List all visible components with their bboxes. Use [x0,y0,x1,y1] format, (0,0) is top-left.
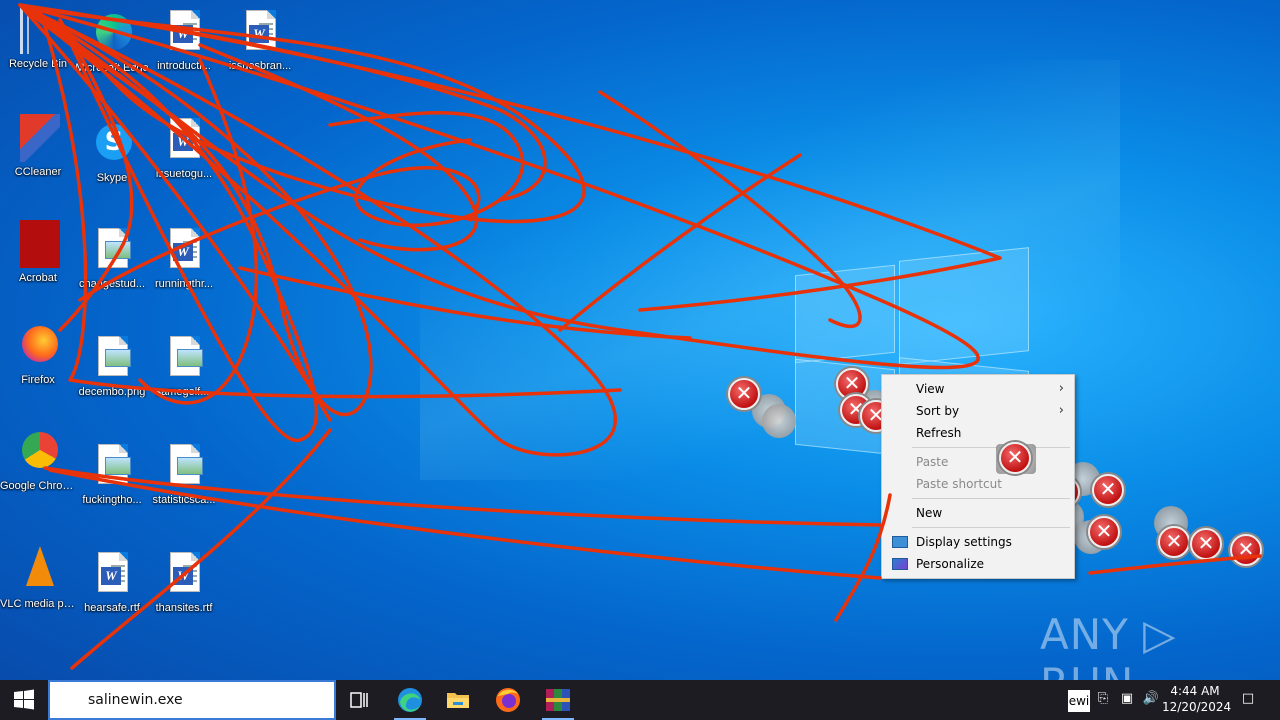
menu-item-view[interactable]: View › [882,378,1074,400]
word-document-icon: W [170,228,200,268]
error-icon-shadow [762,404,796,438]
clock[interactable]: 4:44 AM 12/20/2024 [1162,684,1232,714]
menu-item-paste-shortcut[interactable]: Paste shortcut [882,473,1074,495]
task-view-icon [350,692,368,708]
error-icon: ✕ [1158,526,1190,558]
taskbar-file-explorer-button[interactable] [434,680,482,720]
desktop-icon-samegolf[interactable]: samegolf.... [146,334,222,398]
desktop-icon-edge[interactable]: Microsoft Edge [74,10,150,74]
desktop-icon-runningthr[interactable]: W runningthr... [146,226,222,290]
desktop-icon-ccleaner[interactable]: CCleaner [0,114,76,178]
error-icon: ✕ [1190,528,1222,560]
desktop-icon-changestud[interactable]: changestud... [74,226,150,290]
error-icon: ✕ [1092,474,1124,506]
desktop-icon-statisticsca[interactable]: statisticsca... [146,442,222,506]
image-file-icon [170,444,203,484]
menu-separator [912,447,1070,448]
edge-icon [96,14,132,50]
menu-separator [912,498,1070,499]
error-icon: ✕ [999,442,1031,474]
firefox-icon [496,688,520,712]
desktop-icon-acrobat[interactable]: Acrobat [0,220,76,284]
desktop-icon-decembo[interactable]: decembo.png [74,334,150,398]
menu-item-new[interactable]: New [882,502,1074,524]
tray-app-label[interactable]: ewi [1068,690,1090,712]
menu-item-personalize[interactable]: Personalize [882,553,1074,575]
desktop-icon-introducti[interactable]: W introducti... [146,8,222,72]
edge-icon [398,688,422,712]
volume-icon[interactable]: 🔊 [1142,690,1160,708]
skype-icon: S [96,124,132,160]
recycle-bin-icon [20,6,60,54]
desktop-context-menu: View › Sort by › Refresh Paste Paste sho… [881,374,1075,579]
image-file-icon [98,444,131,484]
task-view-button[interactable] [336,680,384,720]
chevron-right-icon: › [1058,381,1064,396]
firefox-icon [22,326,58,362]
image-file-icon [98,336,131,376]
taskbar: salinewin.exe ewi ⎘ ▣ 🔊 4:44 AM 12/20/20… [0,680,1280,720]
file-explorer-icon [447,693,469,708]
personalize-icon [892,558,908,570]
taskbar-edge-button[interactable] [386,680,434,720]
desktop-icon-fuckingtho[interactable]: fuckingtho... [74,442,150,506]
desktop-icon-hearsafe[interactable]: W hearsafe.rtf [74,550,150,614]
chrome-icon [22,432,58,468]
acrobat-icon [20,220,60,268]
windows-start-icon [14,689,34,710]
clock-time: 4:44 AM [1170,684,1220,698]
image-file-icon [98,228,131,268]
menu-separator [912,527,1070,528]
tray-device-icon[interactable]: ⎘ [1094,690,1112,708]
desktop-icon-firefox[interactable]: Firefox [0,322,76,386]
error-icon: ✕ [728,378,760,410]
search-input-text: salinewin.exe [88,692,183,708]
image-file-icon [170,336,203,376]
word-document-icon: W [246,10,276,50]
menu-item-paste[interactable]: Paste [882,451,1074,473]
start-button[interactable] [0,680,48,720]
desktop-icon-vlc[interactable]: VLC media player [0,546,76,610]
word-document-icon: W [98,552,128,592]
vlc-icon [26,546,54,586]
network-icon[interactable]: ▣ [1118,690,1136,708]
error-icon: ✕ [1088,516,1120,548]
desktop-icon-issuetogu[interactable]: W issuetogu... [146,116,222,180]
menu-item-refresh[interactable]: Refresh [882,422,1074,444]
display-icon [892,536,908,548]
taskbar-winrar-button[interactable] [534,680,582,720]
word-document-icon: W [170,118,200,158]
desktop-icon-recycle-bin[interactable]: Recycle Bin [0,6,76,70]
winrar-icon [546,689,570,711]
menu-item-sort-by[interactable]: Sort by › [882,400,1074,422]
desktop-icon-thansites[interactable]: W thansites.rtf [146,550,222,614]
chevron-right-icon: › [1058,403,1064,418]
clock-date: 12/20/2024 [1162,700,1232,714]
anyrun-watermark: ANY ▷ RUN [1040,610,1177,680]
desktop-icon-chrome[interactable]: Google Chrome [0,428,76,492]
search-box[interactable]: salinewin.exe [48,680,336,720]
menu-item-display-settings[interactable]: Display settings [882,531,1074,553]
action-center-icon[interactable]: □ [1238,690,1258,708]
error-icon: ✕ [1230,534,1262,566]
desktop[interactable]: Recycle Bin CCleaner Acrobat Firefox Goo… [0,0,1280,680]
word-document-icon: W [170,552,200,592]
ccleaner-icon [20,114,60,162]
desktop-icon-issuesbran[interactable]: W issuesbran... [222,8,298,72]
word-document-icon: W [170,10,200,50]
taskbar-firefox-button[interactable] [484,680,532,720]
desktop-icon-skype[interactable]: S Skype [74,120,150,184]
